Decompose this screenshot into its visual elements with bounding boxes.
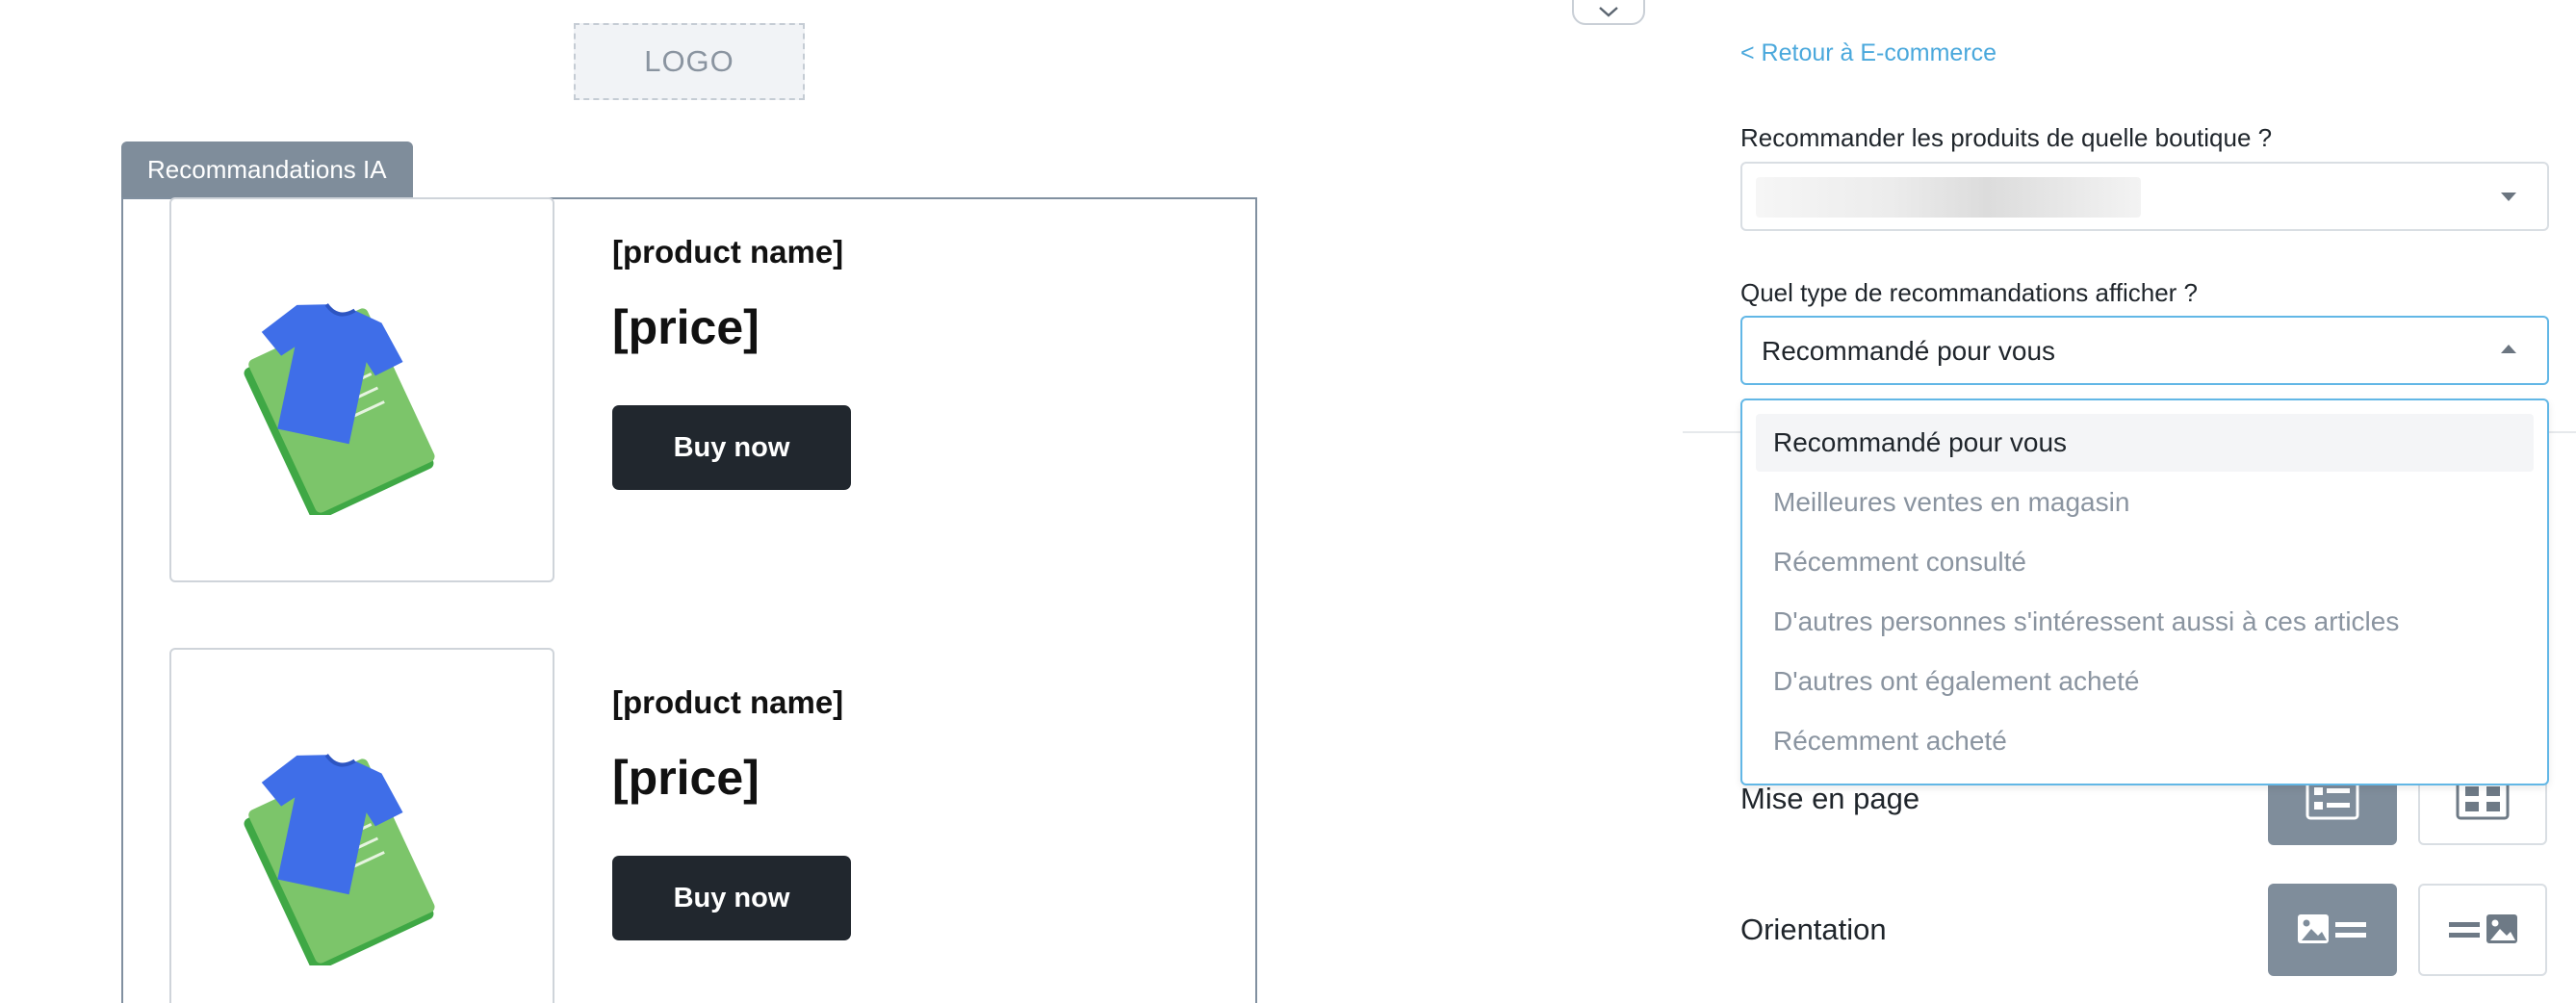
buy-now-button[interactable]: Buy now	[612, 405, 851, 490]
recommendations-block[interactable]: [product name] [price] Buy now [product …	[121, 197, 1257, 1003]
logo-placeholder[interactable]: LOGO	[574, 23, 805, 100]
shop-select[interactable]	[1740, 162, 2549, 231]
product-price: [price]	[612, 751, 760, 805]
product-price: [price]	[612, 300, 760, 354]
block-tab-label[interactable]: Recommandations IA	[121, 141, 413, 197]
collapse-toggle-button[interactable]	[1572, 0, 1645, 25]
dropdown-option[interactable]: D'autres ont également acheté	[1756, 653, 2534, 710]
recommendation-type-dropdown: Recommandé pour vous Meilleures ventes e…	[1740, 399, 2549, 785]
orientation-image-left-button[interactable]	[2268, 884, 2397, 976]
settings-panel: < Retour à E-commerce Recommander les pr…	[1683, 0, 2576, 1003]
product-image	[169, 197, 554, 582]
email-canvas: LOGO Recommandations IA [product name] […	[0, 0, 1683, 1003]
product-name: [product name]	[612, 684, 844, 720]
buy-now-button[interactable]: Buy now	[612, 856, 851, 940]
product-image	[169, 648, 554, 1003]
orientation-label: Orientation	[1740, 913, 1887, 946]
dropdown-option[interactable]: Recommandé pour vous	[1756, 414, 2534, 472]
shop-value-redacted	[1756, 177, 2141, 218]
tshirt-book-icon	[244, 754, 435, 965]
text-image-right-icon	[2449, 914, 2517, 943]
caret-up-icon	[2501, 345, 2516, 353]
type-question-label: Quel type de recommandations afficher ?	[1740, 278, 2199, 307]
image-left-text-icon	[2298, 914, 2366, 943]
dropdown-option[interactable]: Meilleures ventes en magasin	[1756, 474, 2534, 531]
shop-question-label: Recommander les produits de quelle bouti…	[1740, 123, 2273, 152]
tshirt-book-icon	[244, 303, 435, 515]
back-to-ecommerce-link[interactable]: < Retour à E-commerce	[1740, 39, 1996, 67]
dropdown-option[interactable]: Récemment acheté	[1756, 712, 2534, 770]
caret-down-icon	[2501, 193, 2516, 201]
layout-label: Mise en page	[1740, 782, 1920, 815]
chevron-down-icon	[1599, 7, 1618, 17]
dropdown-option[interactable]: D'autres personnes s'intéressent aussi à…	[1756, 593, 2534, 651]
orientation-image-right-button[interactable]	[2418, 884, 2547, 976]
recommendation-type-value: Recommandé pour vous	[1762, 336, 2056, 366]
product-name: [product name]	[612, 234, 844, 270]
recommendation-type-select[interactable]: Recommandé pour vous	[1740, 316, 2549, 385]
dropdown-option[interactable]: Récemment consulté	[1756, 533, 2534, 591]
product-card: [product name] [price] Buy now	[169, 197, 1228, 582]
product-card: [product name] [price] Buy now	[169, 648, 1228, 1003]
